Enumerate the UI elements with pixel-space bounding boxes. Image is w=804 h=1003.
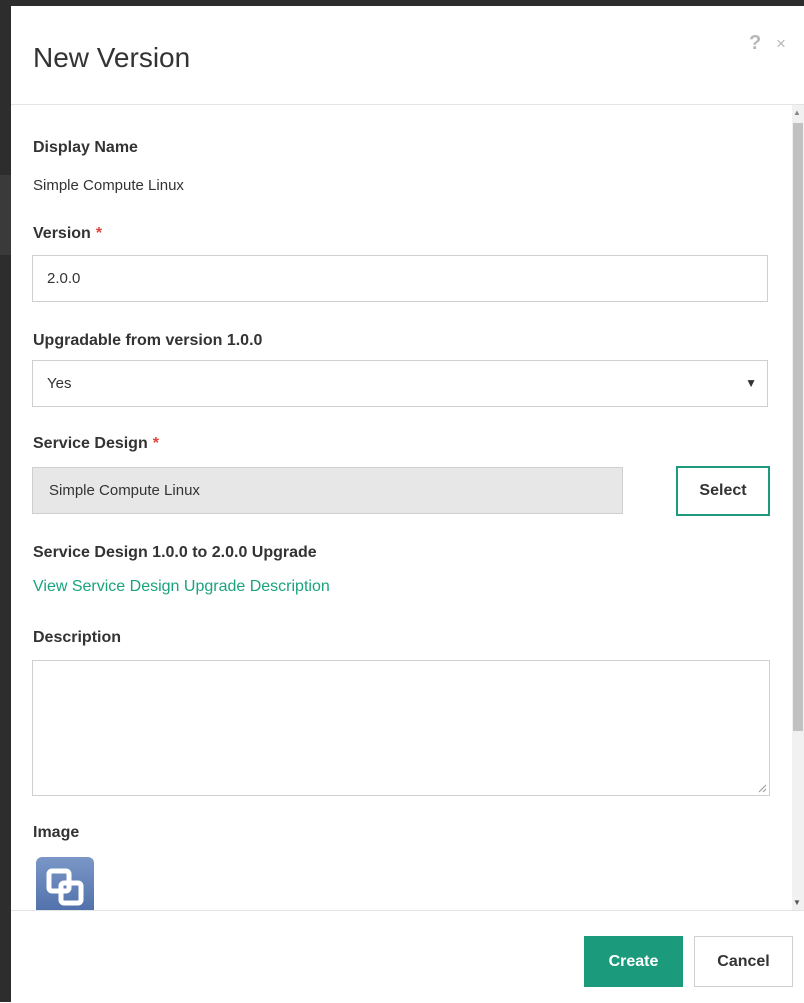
description-label: Description xyxy=(33,629,122,646)
upgradable-label: Upgradable from version 1.0.0 xyxy=(33,332,263,349)
dialog-header: New Version ? × xyxy=(11,6,804,105)
display-name-label: Display Name xyxy=(33,139,138,156)
version-label-text: Version xyxy=(33,225,91,242)
view-upgrade-description-link[interactable]: View Service Design Upgrade Description xyxy=(33,578,330,596)
service-design-label-text: Service Design xyxy=(33,435,148,452)
scroll-up-icon[interactable]: ▲ xyxy=(793,108,801,117)
new-version-dialog: New Version ? × Display Name Simple Comp… xyxy=(11,6,804,1003)
vertical-scrollbar[interactable]: ▲ ▼ xyxy=(792,105,804,910)
upgradable-selected-value: Yes xyxy=(47,375,72,392)
background-page-edge xyxy=(0,0,11,1002)
service-design-glyph xyxy=(46,868,84,906)
service-design-field: Simple Compute Linux xyxy=(32,467,623,514)
dialog-body: Display Name Simple Compute Linux Versio… xyxy=(11,105,804,910)
resize-grip-icon[interactable] xyxy=(757,783,767,793)
select-service-design-button[interactable]: Select xyxy=(676,466,770,516)
dialog-title: New Version xyxy=(33,42,191,73)
version-label: Version * xyxy=(33,225,102,243)
version-input[interactable]: 2.0.0 xyxy=(32,255,768,302)
upgrade-section-label: Service Design 1.0.0 to 2.0.0 Upgrade xyxy=(33,544,317,561)
close-icon[interactable]: × xyxy=(776,34,786,54)
cancel-button[interactable]: Cancel xyxy=(694,936,793,987)
service-design-icon[interactable] xyxy=(36,857,94,910)
scrollbar-thumb[interactable] xyxy=(793,123,803,731)
chevron-down-icon: ▼ xyxy=(745,376,757,390)
scroll-down-icon[interactable]: ▼ xyxy=(793,898,801,907)
help-icon[interactable]: ? xyxy=(749,32,761,55)
display-name-value: Simple Compute Linux xyxy=(33,177,184,194)
dialog-footer: Create Cancel xyxy=(11,910,804,1003)
service-design-label: Service Design * xyxy=(33,435,159,453)
required-mark: * xyxy=(152,435,159,452)
description-textarea[interactable] xyxy=(32,660,770,796)
required-mark: * xyxy=(95,225,103,242)
upgradable-select[interactable]: Yes ▼ xyxy=(32,360,768,407)
image-label: Image xyxy=(33,824,80,841)
create-button[interactable]: Create xyxy=(584,936,683,987)
